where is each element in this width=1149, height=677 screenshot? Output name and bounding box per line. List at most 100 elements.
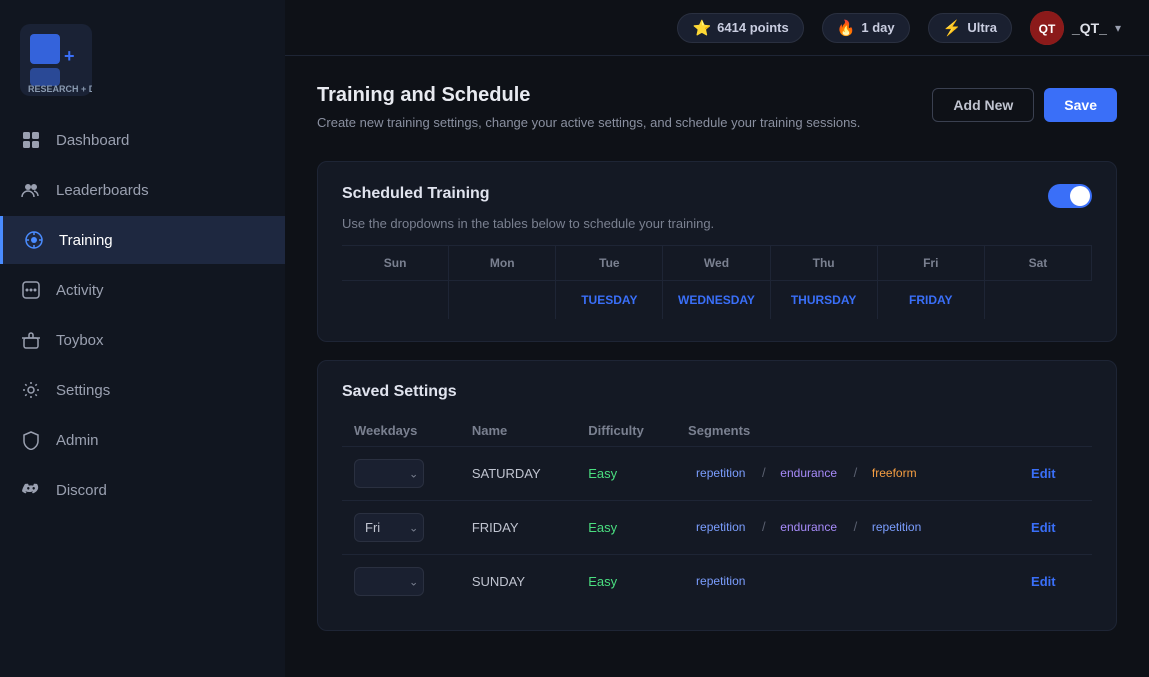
page-title: Training and Schedule [317, 84, 860, 107]
toggle-knob [1070, 186, 1090, 206]
sidebar-item-label-settings: Settings [56, 382, 110, 399]
save-button[interactable]: Save [1044, 88, 1117, 122]
seg-slash: / [854, 519, 858, 534]
activity-icon [20, 279, 42, 301]
segment-endurance: endurance [772, 518, 845, 536]
sidebar-item-activity[interactable]: Activity [0, 266, 285, 314]
row-name-sunday: SUNDAY [460, 554, 576, 608]
select-wrapper-sunday: Sun Mon Tue Wed Thu Fri Sat [354, 567, 424, 596]
logo-image: + RESEARCH + DESIRE [20, 24, 92, 96]
col-header-name: Name [460, 415, 576, 447]
segment-freeform: freeform [864, 464, 925, 482]
sidebar-item-training[interactable]: Training [0, 216, 285, 264]
segment-repetition: repetition [688, 518, 753, 536]
chevron-down-icon: ▾ [1115, 21, 1121, 35]
select-wrapper-friday: Sun Mon Tue Wed Thu Fri Sat [354, 513, 424, 542]
col-header-difficulty: Difficulty [576, 415, 676, 447]
sidebar-item-settings[interactable]: Settings [0, 366, 285, 414]
fire-icon: 🔥 [837, 19, 856, 37]
training-icon [23, 229, 45, 251]
page-outer: Training and Schedule Create new trainin… [317, 84, 1117, 631]
streak-badge: 🔥 1 day [822, 13, 910, 43]
col-header-actions [1011, 415, 1092, 447]
scheduled-training-toggle[interactable] [1048, 184, 1092, 208]
sidebar-item-toybox[interactable]: Toybox [0, 316, 285, 364]
saved-settings-table: Weekdays Name Difficulty Segments [342, 415, 1092, 608]
sidebar-item-label-training: Training [59, 232, 113, 249]
username-label: _QT_ [1072, 20, 1107, 36]
sidebar: + RESEARCH + DESIRE Dashboard [0, 0, 285, 677]
sidebar-item-leaderboards[interactable]: Leaderboards [0, 166, 285, 214]
lightning-icon: ⚡ [943, 19, 962, 37]
edit-button-friday[interactable]: Edit [1023, 516, 1064, 539]
scheduled-training-desc: Use the dropdowns in the tables below to… [342, 216, 1092, 231]
add-new-button[interactable]: Add New [932, 88, 1034, 122]
weekday-select-sunday[interactable]: Sun Mon Tue Wed Thu Fri Sat [354, 567, 424, 596]
segment-endurance: endurance [772, 464, 845, 482]
gear-icon [20, 379, 42, 401]
scheduled-training-card: Scheduled Training Use the dropdowns in … [317, 161, 1117, 342]
day-cell-mon [449, 280, 556, 319]
points-badge: ⭐ 6414 points [677, 13, 803, 43]
select-wrapper: Sun Mon Tue Wed Thu Fri Sat [354, 459, 424, 488]
day-header-mon: Mon [449, 246, 556, 280]
star-icon: ⭐ [692, 19, 711, 37]
weekday-select-friday[interactable]: Sun Mon Tue Wed Thu Fri Sat [354, 513, 424, 542]
row-difficulty-sunday: Easy [576, 554, 676, 608]
discord-icon [20, 479, 42, 501]
day-header-wed: Wed [663, 246, 770, 280]
svg-text:+: + [64, 46, 75, 66]
day-header-sun: Sun [342, 246, 449, 280]
weekday-select-cell-sunday: Sun Mon Tue Wed Thu Fri Sat [342, 554, 460, 608]
day-header-thu: Thu [771, 246, 878, 280]
col-header-weekdays: Weekdays [342, 415, 460, 447]
sidebar-item-discord[interactable]: Discord [0, 466, 285, 514]
seg-slash: / [762, 465, 766, 480]
row-segments-saturday: repetition / endurance / freeform [676, 446, 1011, 500]
day-cell-fri: FRIDAY [878, 280, 985, 319]
scheduled-training-title: Scheduled Training [342, 185, 490, 203]
edit-button-sunday[interactable]: Edit [1023, 570, 1064, 593]
day-cell-sat [985, 280, 1092, 319]
page-header: Training and Schedule Create new trainin… [317, 84, 1117, 151]
weekday-select[interactable]: Sun Mon Tue Wed Thu Fri Sat [354, 459, 424, 488]
scheduled-training-header: Scheduled Training [342, 184, 1092, 208]
sidebar-item-admin[interactable]: Admin [0, 416, 285, 464]
plan-badge: ⚡ Ultra [928, 13, 1012, 43]
table-row: Sun Mon Tue Wed Thu Fri Sat [342, 500, 1092, 554]
sidebar-item-label-dashboard: Dashboard [56, 132, 129, 149]
day-cell-thu: THURSDAY [771, 280, 878, 319]
edit-button-saturday[interactable]: Edit [1023, 462, 1064, 485]
points-label: 6414 points [717, 20, 789, 35]
avatar: QT [1030, 11, 1064, 45]
sidebar-logo: + RESEARCH + DESIRE [0, 0, 285, 116]
sidebar-navigation: Dashboard Leaderboards [0, 116, 285, 514]
topbar: ⭐ 6414 points 🔥 1 day ⚡ Ultra QT _QT_ ▾ [285, 0, 1149, 56]
users-icon [20, 179, 42, 201]
table-row: Sun Mon Tue Wed Thu Fri Sat [342, 446, 1092, 500]
weekday-select-cell-friday: Sun Mon Tue Wed Thu Fri Sat [342, 500, 460, 554]
saved-settings-card: Saved Settings Weekdays Name Difficulty … [317, 360, 1117, 631]
page-content: Training and Schedule Create new trainin… [285, 56, 1149, 677]
sidebar-item-label-toybox: Toybox [56, 332, 104, 349]
page-description: Create new training settings, change you… [317, 113, 860, 133]
day-header-fri: Fri [878, 246, 985, 280]
row-name-friday: FRIDAY [460, 500, 576, 554]
user-section[interactable]: QT _QT_ ▾ [1030, 11, 1121, 45]
row-action-sunday: Edit [1011, 554, 1092, 608]
sidebar-item-label-admin: Admin [56, 432, 99, 449]
sidebar-item-label-leaderboards: Leaderboards [56, 182, 149, 199]
segment-repetition-2: repetition [864, 518, 929, 536]
col-header-segments: Segments [676, 415, 1011, 447]
table-row: Sun Mon Tue Wed Thu Fri Sat [342, 554, 1092, 608]
day-cell-wed: WEDNESDAY [663, 280, 770, 319]
streak-label: 1 day [861, 20, 894, 35]
sidebar-item-label-discord: Discord [56, 482, 107, 499]
svg-text:QT: QT [1039, 22, 1056, 36]
row-difficulty-friday: Easy [576, 500, 676, 554]
row-segments-sunday: repetition [676, 554, 1011, 608]
grid-icon [20, 129, 42, 151]
box-icon [20, 329, 42, 351]
sidebar-item-dashboard[interactable]: Dashboard [0, 116, 285, 164]
saved-settings-title: Saved Settings [342, 383, 1092, 401]
